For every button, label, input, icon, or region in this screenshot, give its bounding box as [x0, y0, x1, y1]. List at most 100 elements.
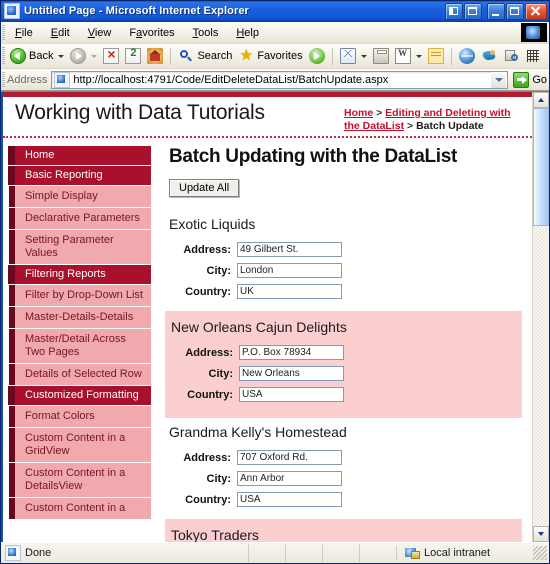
address-input-field[interactable]	[237, 242, 342, 257]
research-button[interactable]	[500, 45, 522, 67]
forward-button	[67, 45, 89, 67]
supplier-name: Grandma Kelly's Homestead	[169, 424, 347, 440]
menu-item-help-rest: elp	[244, 26, 259, 39]
city-input-field[interactable]	[237, 471, 342, 486]
sidebar-item-master-detail-across-two-pages[interactable]: Master/Detail Across Two Pages	[9, 329, 151, 364]
ie-browser-window: Untitled Page - Microsoft Internet Explo…	[0, 0, 550, 564]
go-button[interactable]: Go	[513, 71, 547, 88]
sidebar-header-filtering-reports[interactable]: Filtering Reports	[8, 265, 151, 285]
city-input-field[interactable]	[237, 263, 342, 278]
sidebar-item-declarative-parameters[interactable]: Declarative Parameters	[9, 208, 151, 230]
menu-item-file[interactable]: File	[7, 25, 41, 41]
site-header: Working with Data Tutorials Home > Editi…	[3, 97, 532, 138]
grid-button[interactable]	[522, 45, 544, 67]
notes-button[interactable]	[425, 45, 447, 67]
menu-item-favorites-rest: vorites	[142, 26, 175, 39]
sidebar-item-master-details-details[interactable]: Master-Details-Details	[9, 307, 151, 329]
resize-grip[interactable]	[533, 546, 547, 560]
breadcrumb-link-home[interactable]: Home	[344, 107, 373, 119]
address-input[interactable]: http://localhost:4791/Code/EditDeleteDat…	[73, 74, 491, 86]
status-segment	[248, 544, 285, 562]
datalist-item: Exotic Liquids Address: City: Country:	[169, 210, 522, 311]
sidebar-item-custom-content-detailsview[interactable]: Custom Content in a DetailsView	[9, 463, 151, 498]
favorites-button[interactable]: Favorites	[235, 45, 305, 67]
status-segment	[285, 544, 322, 562]
country-input-field[interactable]	[239, 387, 344, 402]
country-field-label: Country:	[187, 388, 233, 401]
address-dropdown-chevron-down-icon[interactable]	[491, 71, 507, 88]
refresh-button[interactable]	[122, 45, 144, 67]
address-field-label: Address:	[185, 346, 233, 359]
sidebar-header-basic-reporting[interactable]: Basic Reporting	[8, 166, 151, 186]
print-button[interactable]	[370, 45, 392, 67]
search-button[interactable]: Search	[175, 45, 235, 67]
address-field-label: Address:	[183, 243, 231, 256]
field-row-city: City:	[169, 471, 522, 486]
breadcrumb-current: Batch Update	[416, 120, 484, 132]
status-segments	[248, 544, 396, 562]
address-field-label: Address:	[183, 451, 231, 464]
edit-button[interactable]	[392, 45, 414, 67]
stop-button[interactable]	[100, 45, 122, 67]
sidebar-navigation: Home Basic Reporting Simple Display Decl…	[3, 138, 151, 520]
edit-word-icon	[394, 48, 411, 64]
sidebar-item-details-of-selected-row[interactable]: Details of Selected Row	[9, 364, 151, 386]
menu-item-tools-rest: ools	[198, 26, 219, 39]
address-input-wrapper[interactable]: http://localhost:4791/Code/EditDeleteDat…	[51, 70, 509, 89]
globe-button[interactable]	[456, 45, 478, 67]
sidebar-item-format-colors[interactable]: Format Colors	[9, 406, 151, 428]
city-field-label: City:	[206, 472, 231, 485]
close-button[interactable]	[525, 2, 547, 20]
scroll-up-button[interactable]	[533, 92, 549, 108]
menu-item-tools[interactable]: Tools	[185, 25, 227, 41]
scrollbar-thumb[interactable]	[533, 108, 549, 226]
back-history-chevron-down-icon[interactable]	[58, 54, 65, 58]
page-favicon-icon	[54, 71, 71, 88]
city-input-field[interactable]	[239, 366, 344, 381]
sidebar-group-home: Home	[8, 146, 151, 166]
minimize-button[interactable]	[487, 2, 505, 20]
breadcrumb-separator-1: >	[373, 107, 386, 119]
sidebar-item-home[interactable]: Home	[8, 146, 151, 166]
mail-button[interactable]	[337, 45, 359, 67]
mail-icon	[339, 48, 356, 64]
window-title: Untitled Page - Microsoft Internet Explo…	[24, 5, 249, 17]
field-row-country: Country:	[171, 387, 516, 402]
back-button[interactable]: Back	[7, 45, 56, 67]
restore-group-button[interactable]	[445, 2, 463, 20]
country-input-field[interactable]	[237, 284, 342, 299]
country-input-field[interactable]	[237, 492, 342, 507]
vertical-scrollbar[interactable]	[532, 92, 549, 542]
sidebar-item-simple-display[interactable]: Simple Display	[9, 186, 151, 208]
datalist-item: Grandma Kelly's Homestead Address: City:…	[169, 418, 522, 519]
menu-item-favorites[interactable]: Favorites	[121, 25, 182, 41]
menu-item-file-rest: ile	[21, 26, 33, 39]
address-input-field[interactable]	[239, 345, 344, 360]
messenger-button[interactable]	[478, 45, 500, 67]
mail-chevron-down-icon[interactable]	[360, 54, 367, 58]
sidebar-header-customized-formatting[interactable]: Customized Formatting	[8, 386, 151, 406]
window-control-buttons	[445, 2, 547, 20]
back-icon	[10, 48, 26, 64]
restore-window-button[interactable]	[464, 2, 482, 20]
media-button[interactable]	[306, 45, 328, 67]
sidebar-group-basic-reporting: Basic Reporting Simple Display Declarati…	[8, 166, 151, 265]
sidebar-item-setting-parameter-values[interactable]: Setting Parameter Values	[9, 230, 151, 265]
scroll-down-button[interactable]	[533, 526, 549, 542]
sidebar-item-custom-content-gridview[interactable]: Custom Content in a GridView	[9, 428, 151, 463]
address-input-field[interactable]	[237, 450, 342, 465]
menu-item-help[interactable]: Help	[228, 25, 267, 41]
home-button[interactable]	[144, 45, 166, 67]
security-zone-pane[interactable]: Local intranet	[396, 546, 531, 560]
maximize-button[interactable]	[506, 2, 524, 20]
toolbar-divider-3	[450, 47, 452, 65]
update-all-button[interactable]: Update All	[169, 179, 240, 197]
menu-item-edit[interactable]: Edit	[43, 25, 78, 41]
sidebar-item-custom-content-partial[interactable]: Custom Content in a	[9, 498, 151, 520]
sidebar-item-filter-by-drop-down-list[interactable]: Filter by Drop-Down List	[9, 285, 151, 307]
scrollbar-track[interactable]	[533, 108, 549, 526]
menu-item-view[interactable]: View	[80, 25, 120, 41]
edit-chevron-down-icon[interactable]	[415, 54, 422, 58]
field-row-city: City:	[169, 263, 522, 278]
status-segment	[322, 544, 359, 562]
